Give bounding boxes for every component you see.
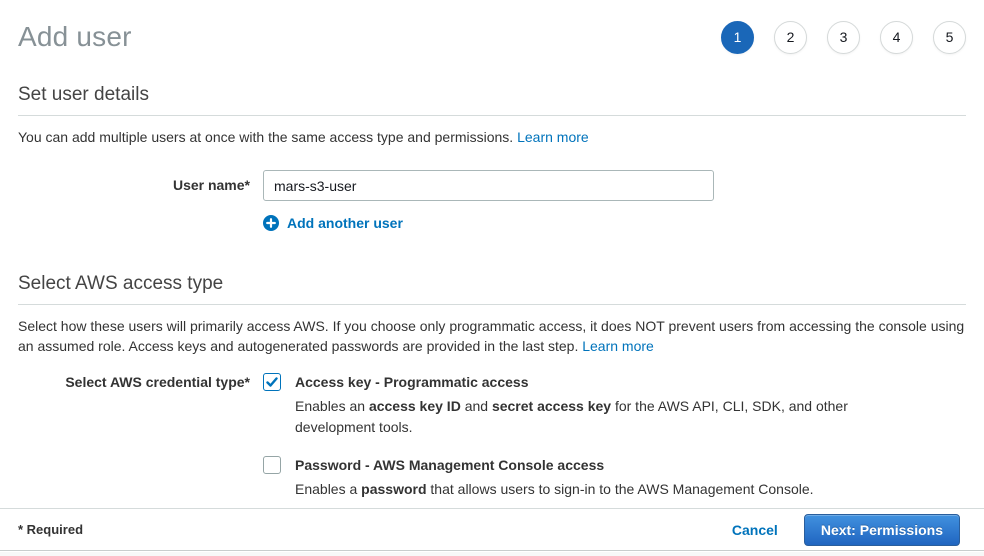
username-label: User name* bbox=[18, 170, 250, 201]
access-type-intro-text: Select how these users will primarily ac… bbox=[18, 318, 964, 354]
credential-type-row: Select AWS credential type* Access key -… bbox=[18, 373, 966, 500]
add-another-user-button[interactable]: Add another user bbox=[263, 215, 403, 231]
password-checkbox[interactable] bbox=[263, 456, 281, 474]
checkmark-icon bbox=[266, 376, 278, 388]
access-type-heading: Select AWS access type bbox=[18, 273, 966, 305]
credential-type-label: Select AWS credential type* bbox=[18, 373, 250, 500]
step-1[interactable]: 1 bbox=[721, 21, 754, 54]
option-access-key: Access key - Programmatic access Enables… bbox=[263, 373, 860, 438]
required-note: * Required bbox=[18, 522, 83, 537]
access-key-option-title: Access key - Programmatic access bbox=[295, 373, 860, 391]
wizard-header: Add user 1 2 3 4 5 bbox=[18, 0, 966, 58]
wizard-step-indicator: 1 2 3 4 5 bbox=[721, 21, 966, 54]
page-title: Add user bbox=[18, 21, 132, 53]
step-3[interactable]: 3 bbox=[827, 21, 860, 54]
user-details-intro-text: You can add multiple users at once with … bbox=[18, 129, 517, 145]
access-key-checkbox[interactable] bbox=[263, 373, 281, 391]
user-details-heading: Set user details bbox=[18, 84, 966, 116]
next-permissions-button[interactable]: Next: Permissions bbox=[804, 514, 960, 546]
access-type-learn-more-link[interactable]: Learn more bbox=[582, 338, 654, 354]
add-another-user-label: Add another user bbox=[287, 215, 403, 231]
password-option-title: Password - AWS Management Console access bbox=[295, 456, 814, 474]
option-password: Password - AWS Management Console access… bbox=[263, 456, 860, 500]
access-type-intro: Select how these users will primarily ac… bbox=[18, 316, 966, 356]
cancel-button[interactable]: Cancel bbox=[732, 522, 778, 538]
access-key-option-desc: Enables an access key ID and secret acce… bbox=[295, 396, 860, 438]
step-2[interactable]: 2 bbox=[774, 21, 807, 54]
user-details-learn-more-link[interactable]: Learn more bbox=[517, 129, 589, 145]
user-details-intro: You can add multiple users at once with … bbox=[18, 127, 966, 147]
section-access-type: Select AWS access type Select how these … bbox=[18, 273, 966, 500]
username-input[interactable] bbox=[263, 170, 714, 201]
section-user-details: Set user details You can add multiple us… bbox=[18, 84, 966, 231]
password-option-desc: Enables a password that allows users to … bbox=[295, 479, 814, 500]
wizard-footer: * Required Cancel Next: Permissions bbox=[0, 508, 984, 551]
plus-circle-icon bbox=[263, 215, 279, 231]
step-4[interactable]: 4 bbox=[880, 21, 913, 54]
page-bottom-strip bbox=[0, 552, 984, 556]
step-5[interactable]: 5 bbox=[933, 21, 966, 54]
username-row: User name* bbox=[18, 170, 966, 201]
add-user-wizard: Add user 1 2 3 4 5 Set user details You … bbox=[0, 0, 984, 500]
